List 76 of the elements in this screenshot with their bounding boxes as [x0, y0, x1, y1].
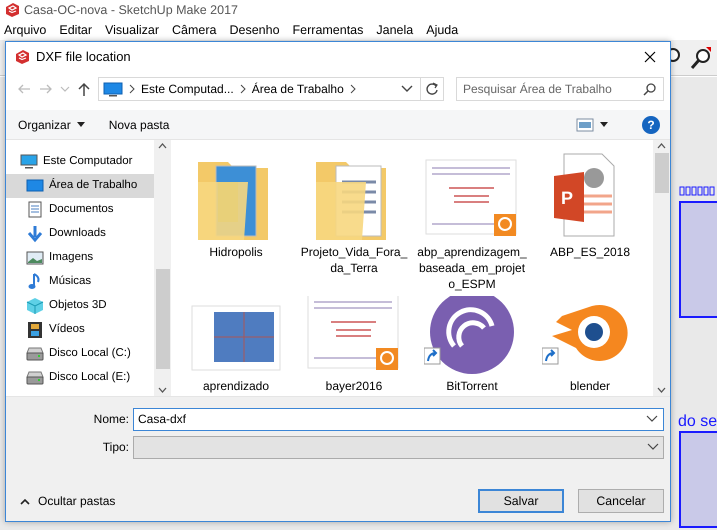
drive-icon	[26, 369, 44, 387]
zoom-extents-icon[interactable]	[689, 46, 713, 70]
scrollbar-thumb[interactable]	[156, 269, 170, 369]
picture-icon	[26, 249, 44, 267]
dropdown-caret-icon[interactable]	[400, 84, 414, 94]
file-item[interactable]: bayer2016	[295, 296, 413, 394]
chevron-up-icon	[20, 498, 30, 504]
file-item[interactable]: aprendizado	[177, 296, 295, 394]
scrollbar[interactable]	[154, 140, 171, 396]
sketchup-logo-icon	[4, 2, 20, 18]
field-label: Tipo:	[102, 439, 129, 456]
folder-tree-item[interactable]: Área de Trabalho	[6, 174, 154, 198]
folder-tree-item[interactable]: Downloads	[6, 222, 154, 246]
folder-tree-item[interactable]: Imagens	[6, 246, 154, 270]
dialog-title: DXF file location	[36, 48, 131, 66]
breadcrumb-item[interactable]: Este Computad...	[141, 80, 234, 98]
chevron-right-icon	[129, 84, 135, 94]
drive-icon	[26, 345, 44, 363]
organize-button[interactable]: Organizar	[18, 116, 85, 134]
folder-tree-item[interactable]: Vídeos	[6, 318, 154, 342]
drawing-label: do se	[678, 412, 717, 432]
file-item[interactable]: blender	[531, 296, 649, 394]
computer-icon	[20, 153, 38, 171]
cube-icon	[26, 297, 44, 315]
file-item[interactable]: Hidropolis	[177, 150, 295, 292]
scrollbar-thumb[interactable]	[654, 153, 668, 193]
menu-item[interactable]: Arquivo	[4, 20, 46, 40]
new-folder-button[interactable]: Nova pasta	[108, 116, 170, 134]
file-item[interactable]: P ABP_ES_2018	[531, 150, 649, 292]
dialog-button[interactable]: Cancelar	[578, 489, 664, 513]
name-field[interactable]: Casa-dxf	[133, 408, 664, 430]
up-arrow-icon[interactable]	[76, 81, 92, 97]
help-button[interactable]: ?	[642, 116, 660, 134]
field-label: Nome:	[92, 411, 129, 428]
folder-tree-item[interactable]: Este Computador	[6, 150, 154, 174]
document-icon	[26, 201, 44, 219]
film-strip-icon	[26, 321, 44, 339]
scroll-up-icon	[657, 143, 666, 149]
file-item[interactable]: abp_aprendizagem_baseada_em_projeto_ESPM	[413, 150, 531, 292]
view-options-button[interactable]	[576, 118, 608, 132]
menu-item[interactable]: Janela	[376, 20, 414, 40]
folder-tree-item[interactable]: Músicas	[6, 270, 154, 294]
search-icon	[643, 82, 657, 96]
chevron-right-icon	[350, 84, 356, 94]
chevron-down-icon[interactable]	[646, 414, 658, 422]
sketchup-logo-icon	[14, 49, 30, 65]
app-title: Casa-OC-nova - SketchUp Make 2017	[24, 2, 238, 19]
monitor-icon	[103, 81, 123, 97]
folder-tree-item[interactable]: Objetos 3D	[6, 294, 154, 318]
scroll-down-icon	[657, 387, 666, 393]
hide-folders-button[interactable]: Ocultar pastas	[20, 492, 116, 510]
menu-item[interactable]: Desenho	[229, 20, 280, 40]
view-icon	[576, 118, 594, 132]
address-bar[interactable]: Este Computad... Área de Trabalho	[98, 77, 444, 101]
scroll-down-icon	[158, 387, 167, 393]
menu-item[interactable]: Ajuda	[426, 20, 458, 40]
file-item[interactable]: BitTorrent	[413, 296, 531, 394]
folder-tree-item[interactable]: Documentos	[6, 198, 154, 222]
menu-item[interactable]: Ferramentas	[292, 20, 364, 40]
menu-item[interactable]: Visualizar	[105, 20, 160, 40]
dialog-button[interactable]: Salvar	[478, 489, 564, 513]
file-item[interactable]: Projeto_Vida_Fora_da_Terra	[295, 150, 413, 292]
caret-icon	[76, 122, 85, 127]
search-field[interactable]: Pesquisar Área de Trabalho	[456, 77, 664, 101]
folder-tree-item[interactable]: Disco Local (C:)	[6, 342, 154, 366]
menu-item[interactable]: Editar	[59, 20, 92, 40]
chevron-right-icon	[240, 84, 246, 94]
menu-item[interactable]: Câmera	[172, 20, 216, 40]
breadcrumb-item[interactable]: Área de Trabalho	[252, 80, 344, 98]
scroll-up-icon	[158, 143, 167, 149]
close-icon[interactable]	[644, 51, 656, 63]
folder-tree-item[interactable]: Disco Local (E:)	[6, 366, 154, 390]
scrollbar[interactable]	[653, 140, 670, 396]
chevron-down-icon[interactable]	[647, 443, 659, 451]
caret-icon	[600, 122, 608, 127]
down-arrow-icon	[26, 225, 44, 243]
